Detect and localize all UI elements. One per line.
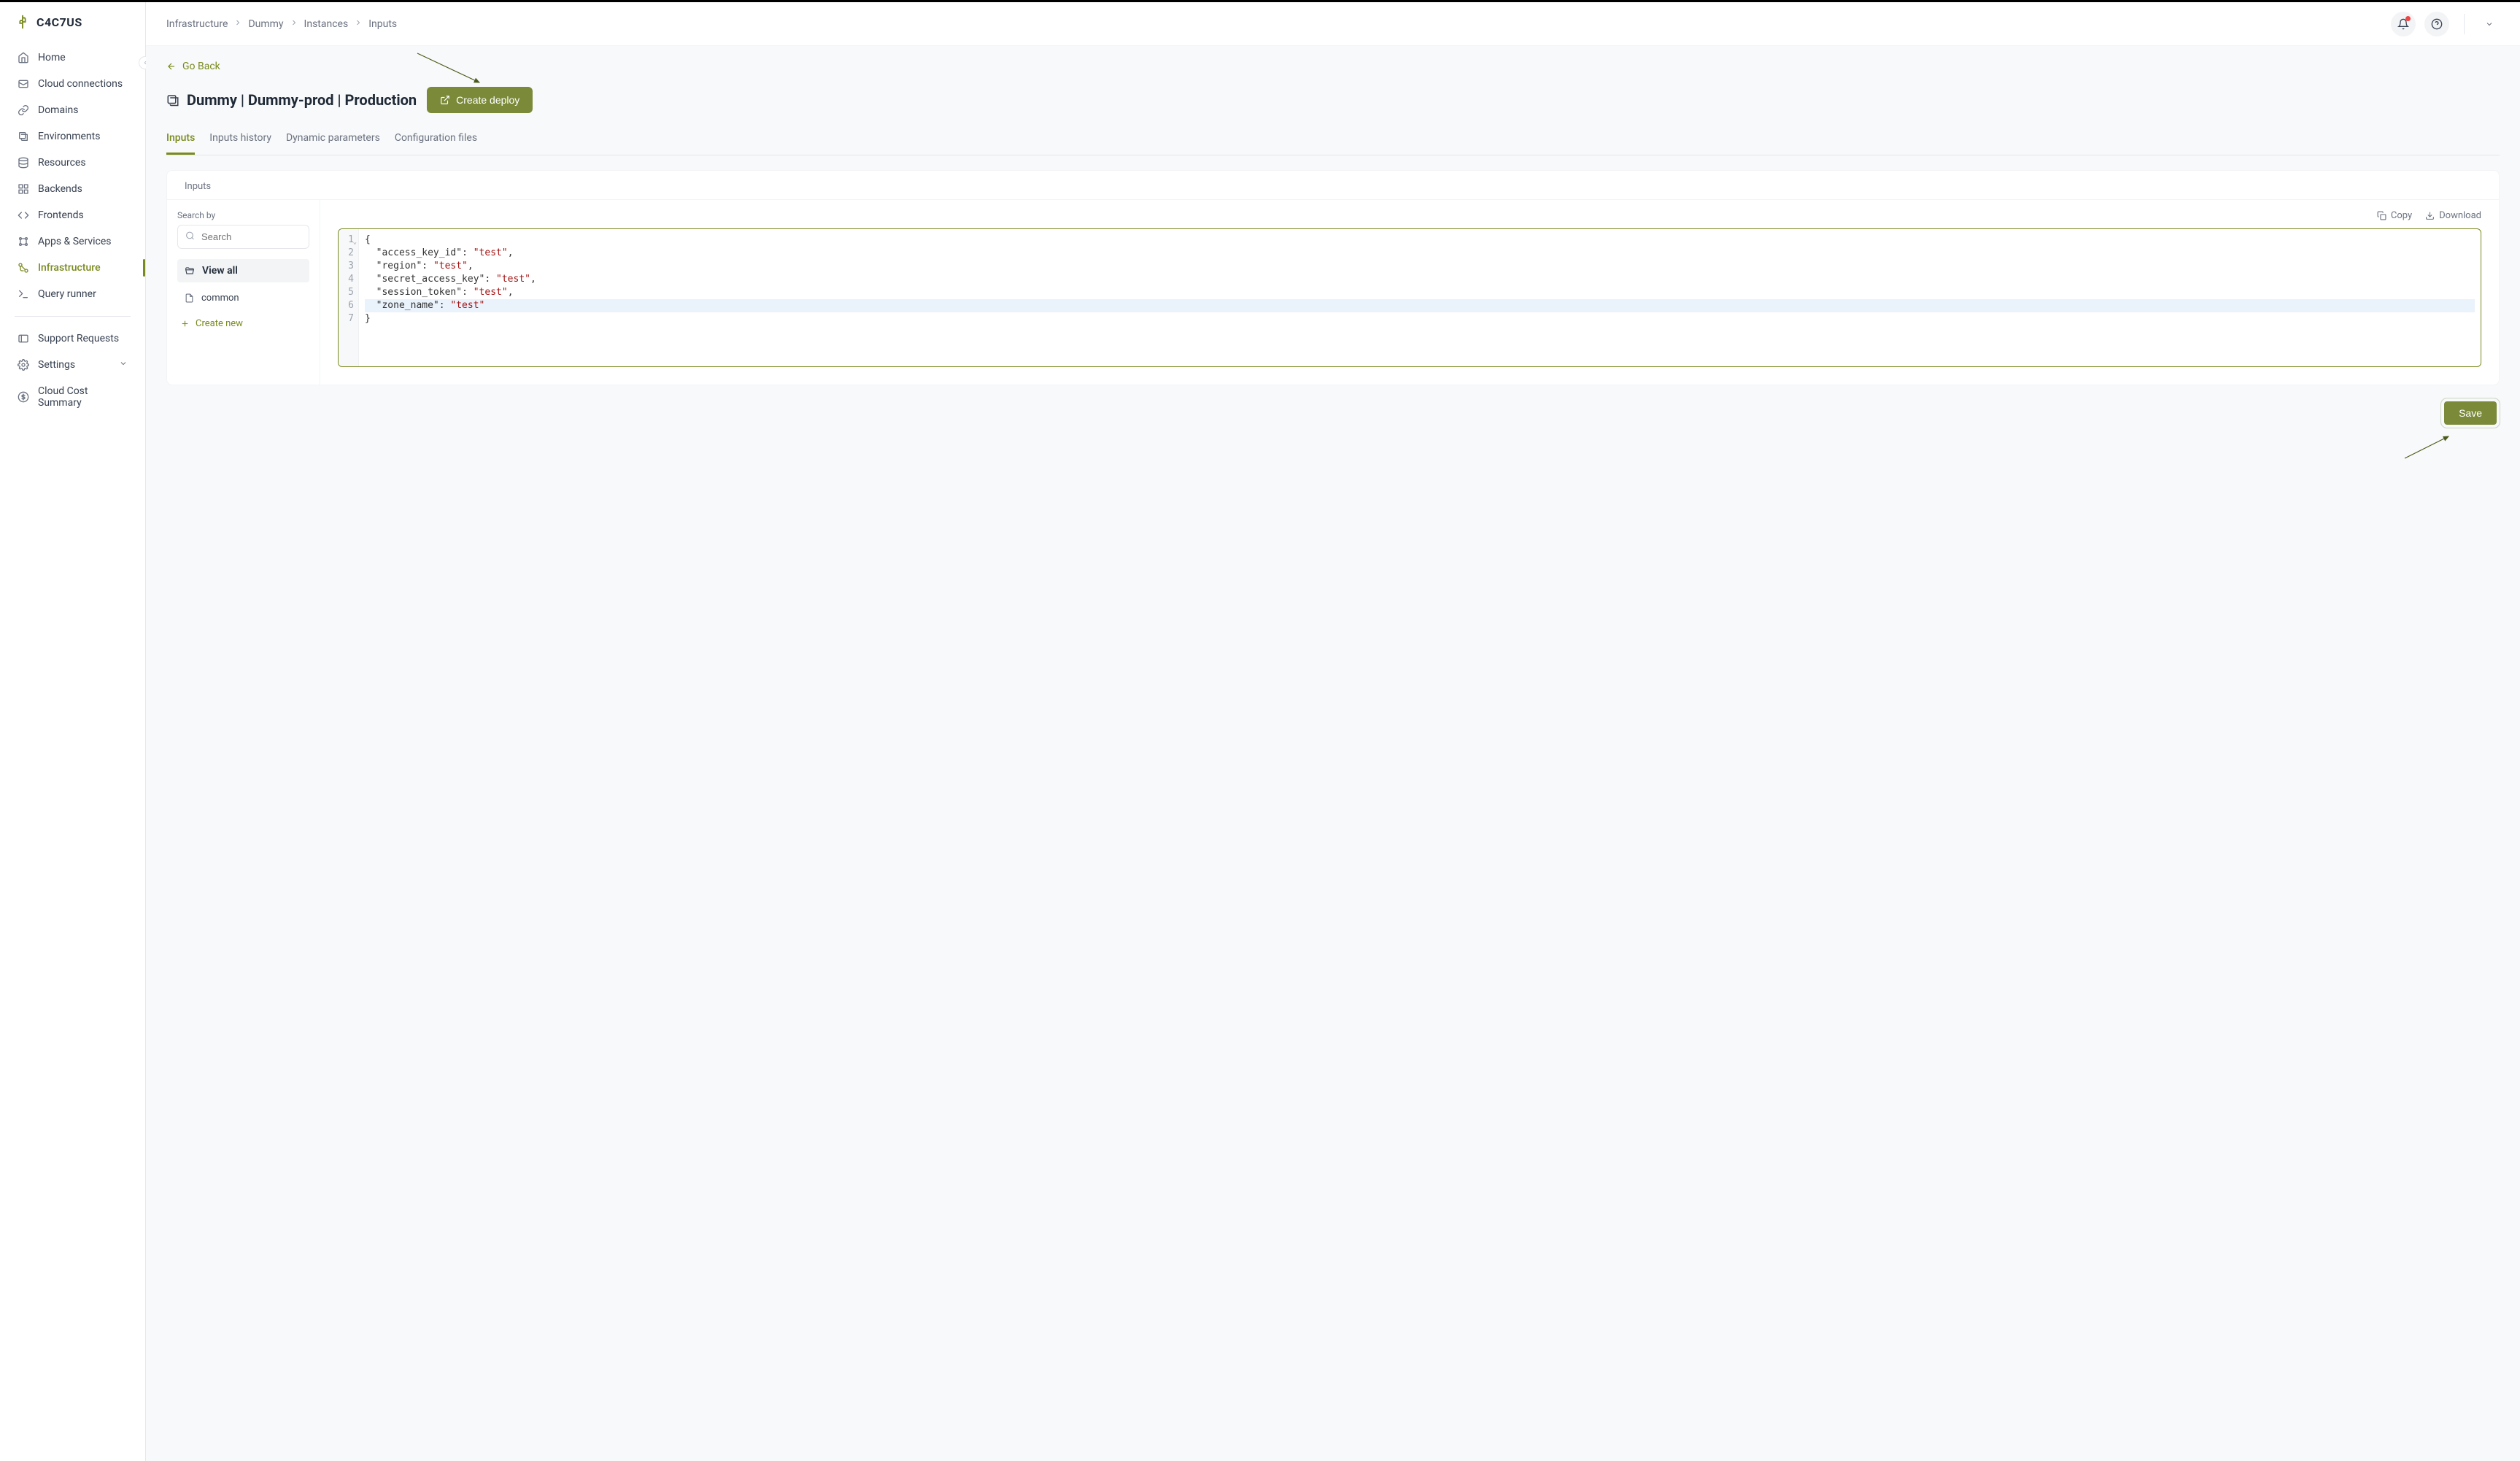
sidebar-item-environments[interactable]: Environments <box>6 123 139 150</box>
sidebar-item-support-requests[interactable]: Support Requests <box>6 325 139 352</box>
sidebar-item-label: Infrastructure <box>38 262 101 274</box>
breadcrumb-item[interactable]: Dummy <box>248 18 283 30</box>
download-icon <box>2425 211 2435 220</box>
terminal-icon <box>18 288 29 300</box>
inputs-card: Inputs Search by View all <box>166 170 2500 385</box>
sidebar-item-settings[interactable]: Settings <box>6 352 139 378</box>
code-icon <box>18 209 29 221</box>
input-item[interactable]: common <box>177 287 309 309</box>
sidebar-item-cloud-cost-summary[interactable]: Cloud Cost Summary <box>6 378 139 416</box>
sidebar-item-label: Support Requests <box>38 333 119 344</box>
card-title: Inputs <box>167 181 2499 199</box>
link-icon <box>18 104 29 116</box>
sidebar-item-label: Backends <box>38 183 82 195</box>
notification-dot <box>2405 16 2411 21</box>
brand-text: C4C7US <box>36 15 82 29</box>
sidebar-item-backends[interactable]: Backends <box>6 176 139 202</box>
notifications-button[interactable] <box>2391 12 2416 36</box>
tab-inputs-history[interactable]: Inputs history <box>209 126 271 155</box>
create-new-button[interactable]: Create new <box>177 312 309 335</box>
ticket-icon <box>18 333 29 344</box>
create-deploy-button[interactable]: Create deploy <box>427 87 533 113</box>
help-button[interactable] <box>2424 12 2449 36</box>
layers-icon <box>18 131 29 142</box>
grid-icon <box>18 183 29 195</box>
breadcrumb-item[interactable]: Instances <box>304 18 349 30</box>
sidebar-item-label: Settings <box>38 359 75 371</box>
search-label: Search by <box>177 210 309 220</box>
divider <box>15 316 131 317</box>
editor-panel: Copy Download 1⌄234567 { "access_key_id"… <box>320 199 2499 385</box>
user-menu[interactable] <box>2479 17 2500 31</box>
sidebar-item-label: Apps & Services <box>38 236 112 247</box>
apps-icon <box>18 236 29 247</box>
sidebar: C4C7US ‹ HomeCloud connectionsDomainsEnv… <box>0 2 146 1461</box>
home-icon <box>18 52 29 63</box>
annotation-arrow <box>2405 433 2456 465</box>
go-back-link[interactable]: Go Back <box>166 61 220 72</box>
chevron-down-icon <box>119 359 128 371</box>
sidebar-item-apps-services[interactable]: Apps & Services <box>6 228 139 255</box>
breadcrumb-item[interactable]: Infrastructure <box>166 18 228 30</box>
view-all-button[interactable]: View all <box>177 259 309 282</box>
sidebar-item-label: Query runner <box>38 288 96 300</box>
chevron-right-icon <box>354 18 363 30</box>
sidebar-item-resources[interactable]: Resources <box>6 150 139 176</box>
cactus-icon <box>15 14 31 30</box>
dollar-icon <box>18 391 29 403</box>
copy-icon <box>2377 211 2386 220</box>
go-back-label: Go Back <box>182 61 220 72</box>
gear-icon <box>18 359 29 371</box>
main: Infrastructure Dummy Instances Inputs Go Ba… <box>146 2 2520 1461</box>
search-icon <box>185 231 195 243</box>
plus-icon <box>180 319 190 328</box>
help-icon <box>2431 18 2443 30</box>
stack-icon <box>166 93 179 107</box>
page-title: Dummy | Dummy-prod | Production <box>166 91 417 109</box>
divider <box>2464 14 2465 34</box>
sidebar-item-home[interactable]: Home <box>6 45 139 71</box>
folder-open-icon <box>185 266 195 276</box>
sidebar-item-label: Frontends <box>38 209 84 221</box>
cloud-icon <box>18 78 29 90</box>
tabs: Inputs Inputs history Dynamic parameters Co… <box>166 126 2500 155</box>
sidebar-item-label: Resources <box>38 157 86 169</box>
code-editor[interactable]: 1⌄234567 { "access_key_id": "test", "reg… <box>338 228 2481 367</box>
tab-inputs[interactable]: Inputs <box>166 126 195 155</box>
chevron-right-icon <box>233 18 242 30</box>
arrow-left-icon <box>166 61 177 72</box>
sidebar-item-query-runner[interactable]: Query runner <box>6 281 139 307</box>
external-link-icon <box>440 95 450 105</box>
breadcrumb: Infrastructure Dummy Instances Inputs <box>166 18 397 30</box>
topbar: Infrastructure Dummy Instances Inputs <box>146 2 2520 46</box>
sidebar-item-label: Domains <box>38 104 78 116</box>
chevron-right-icon <box>290 18 298 30</box>
sidebar-item-label: Environments <box>38 131 100 142</box>
search-input[interactable] <box>178 225 309 248</box>
infra-icon <box>18 262 29 274</box>
save-button[interactable]: Save <box>2444 401 2497 425</box>
db-icon <box>18 157 29 169</box>
sidebar-item-infrastructure[interactable]: Infrastructure <box>6 255 139 281</box>
file-icon <box>185 293 194 303</box>
chevron-down-icon <box>2485 20 2494 28</box>
copy-button[interactable]: Copy <box>2377 210 2412 221</box>
tab-configuration-files[interactable]: Configuration files <box>395 126 477 155</box>
tab-dynamic-parameters[interactable]: Dynamic parameters <box>286 126 380 155</box>
sidebar-item-cloud-connections[interactable]: Cloud connections <box>6 71 139 97</box>
brand-logo[interactable]: C4C7US <box>0 14 145 45</box>
sidebar-item-domains[interactable]: Domains <box>6 97 139 123</box>
sidebar-item-label: Cloud Cost Summary <box>38 385 128 409</box>
download-button[interactable]: Download <box>2425 210 2481 221</box>
inputs-sidebar: Search by View all common <box>167 199 320 385</box>
breadcrumb-item[interactable]: Inputs <box>368 18 397 30</box>
search-field[interactable] <box>177 225 309 249</box>
content: Go Back Dummy | Dummy-prod | Production … <box>146 46 2520 1461</box>
sidebar-item-frontends[interactable]: Frontends <box>6 202 139 228</box>
sidebar-item-label: Home <box>38 52 66 63</box>
sidebar-item-label: Cloud connections <box>38 78 123 90</box>
